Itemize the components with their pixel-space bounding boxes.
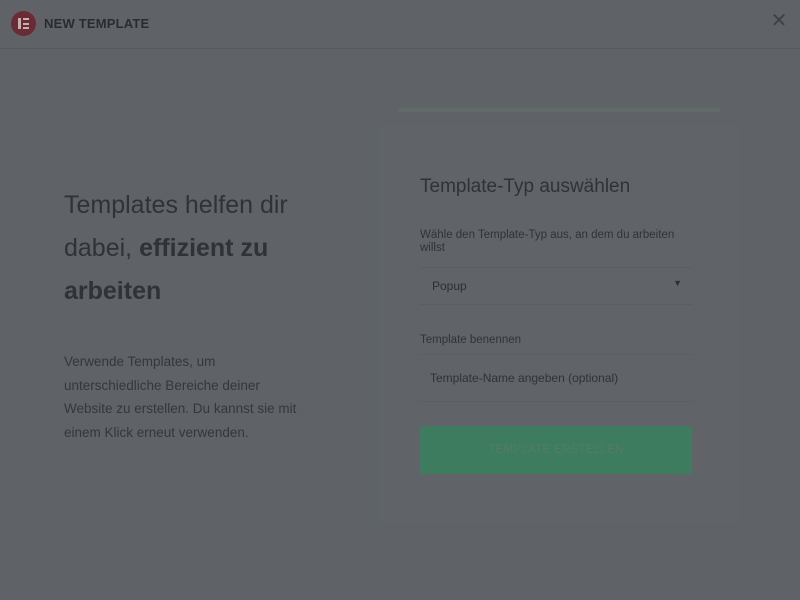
modal-title: NEW TEMPLATE — [44, 16, 150, 31]
template-type-select[interactable]: Popup ▼ — [420, 267, 692, 305]
intro-section: Templates helfen dir dabei, effizient zu… — [64, 184, 314, 444]
template-type-value: Popup — [432, 279, 467, 293]
template-name-input[interactable] — [420, 354, 692, 402]
create-template-button[interactable]: TEMPLATE ERSTELLEN — [420, 426, 692, 474]
close-icon[interactable]: ✕ — [770, 11, 788, 31]
chevron-down-icon: ▼ — [673, 278, 682, 288]
elementor-logo-icon — [11, 11, 36, 36]
modal-header: NEW TEMPLATE ✕ — [0, 0, 800, 49]
intro-headline: Templates helfen dir dabei, effizient zu… — [64, 184, 314, 313]
form-title: Template-Typ auswählen — [420, 176, 631, 197]
panel-top-divider — [398, 108, 720, 112]
intro-description: Verwende Templates, um unterschiedliche … — [64, 354, 297, 440]
template-type-label: Wähle den Template-Typ aus, an dem du ar… — [420, 229, 675, 254]
panel-bottom-divider — [388, 528, 718, 531]
template-name-label: Template benennen — [420, 334, 522, 346]
new-template-modal: NEW TEMPLATE ✕ Templates helfen dir dabe… — [0, 0, 800, 600]
